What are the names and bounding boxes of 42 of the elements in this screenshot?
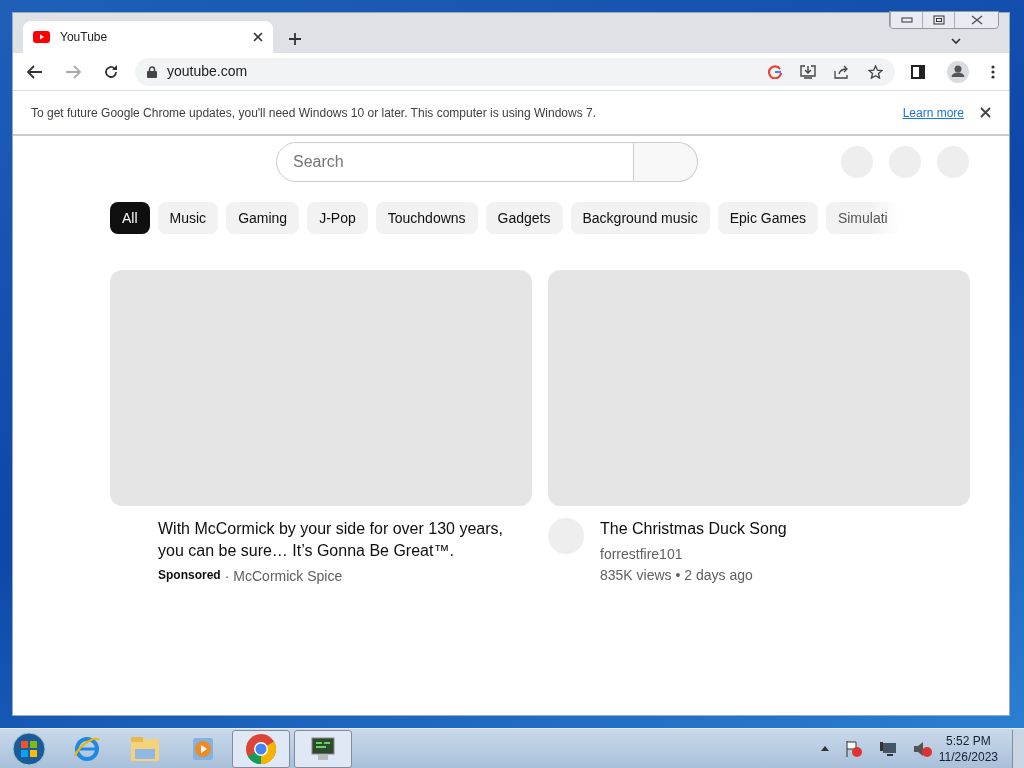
browser-tab[interactable]: YouTube	[23, 21, 273, 53]
category-chip[interactable]: Touchdowns	[375, 202, 478, 234]
monitor-icon[interactable]	[294, 729, 352, 768]
url-text: youtube.com	[167, 62, 249, 81]
category-chip[interactable]: J-Pop	[307, 202, 368, 234]
flag-error-icon[interactable]	[844, 739, 863, 758]
address-bar[interactable]: youtube.com	[135, 57, 895, 86]
category-chip[interactable]: Gadgets	[485, 202, 563, 234]
category-chip[interactable]: Epic Games	[717, 202, 818, 234]
category-chip[interactable]: Music	[157, 202, 219, 234]
chrome-icon[interactable]	[232, 729, 290, 768]
thumbnail-placeholder[interactable]	[110, 270, 532, 506]
update-message: To get future Google Chrome updates, you'll need Windows 10 or later. This computer is using Windows 7.	[31, 104, 597, 122]
thumbnail-placeholder[interactable]	[548, 270, 970, 506]
show-hidden-icons[interactable]	[820, 746, 829, 751]
chevron-down-icon[interactable]	[951, 38, 961, 45]
clock-date[interactable]: 11/26/2023	[938, 748, 998, 765]
clock-time[interactable]: 5:52 PM	[938, 732, 998, 749]
new-tab-icon[interactable]	[289, 33, 301, 45]
video-title[interactable]: The Christmas Duck Song	[600, 518, 787, 540]
advertiser-name[interactable]: McCormick Spice	[233, 566, 343, 587]
install-icon[interactable]	[800, 64, 816, 79]
close-icon[interactable]	[253, 32, 263, 42]
category-chip[interactable]: Gaming	[226, 202, 300, 234]
speaker-muted-icon[interactable]	[912, 739, 933, 758]
network-icon[interactable]	[878, 740, 897, 757]
category-chip[interactable]: Background music	[570, 202, 710, 234]
lock-icon	[147, 65, 157, 78]
channel-name[interactable]: forrestfire101	[600, 544, 787, 565]
category-chip[interactable]: All	[110, 202, 150, 234]
video-title[interactable]: With McCormick by your side for over 130 years, you can be sure… It’s Gonna Be Great™.	[158, 518, 532, 562]
youtube-logo-icon	[33, 31, 50, 43]
search-field[interactable]: Search	[276, 142, 634, 182]
separator-dot: ·	[224, 567, 230, 586]
close-icon[interactable]	[980, 107, 991, 118]
tab-title: YouTube	[60, 29, 109, 46]
share-icon[interactable]	[834, 64, 850, 79]
google-icon[interactable]	[768, 64, 782, 79]
sponsored-label: Sponsored	[158, 567, 221, 584]
video-meta: 835K views • 2 days ago	[600, 566, 754, 585]
star-icon[interactable]	[868, 64, 883, 79]
learn-more-link[interactable]: Learn more	[902, 103, 964, 122]
